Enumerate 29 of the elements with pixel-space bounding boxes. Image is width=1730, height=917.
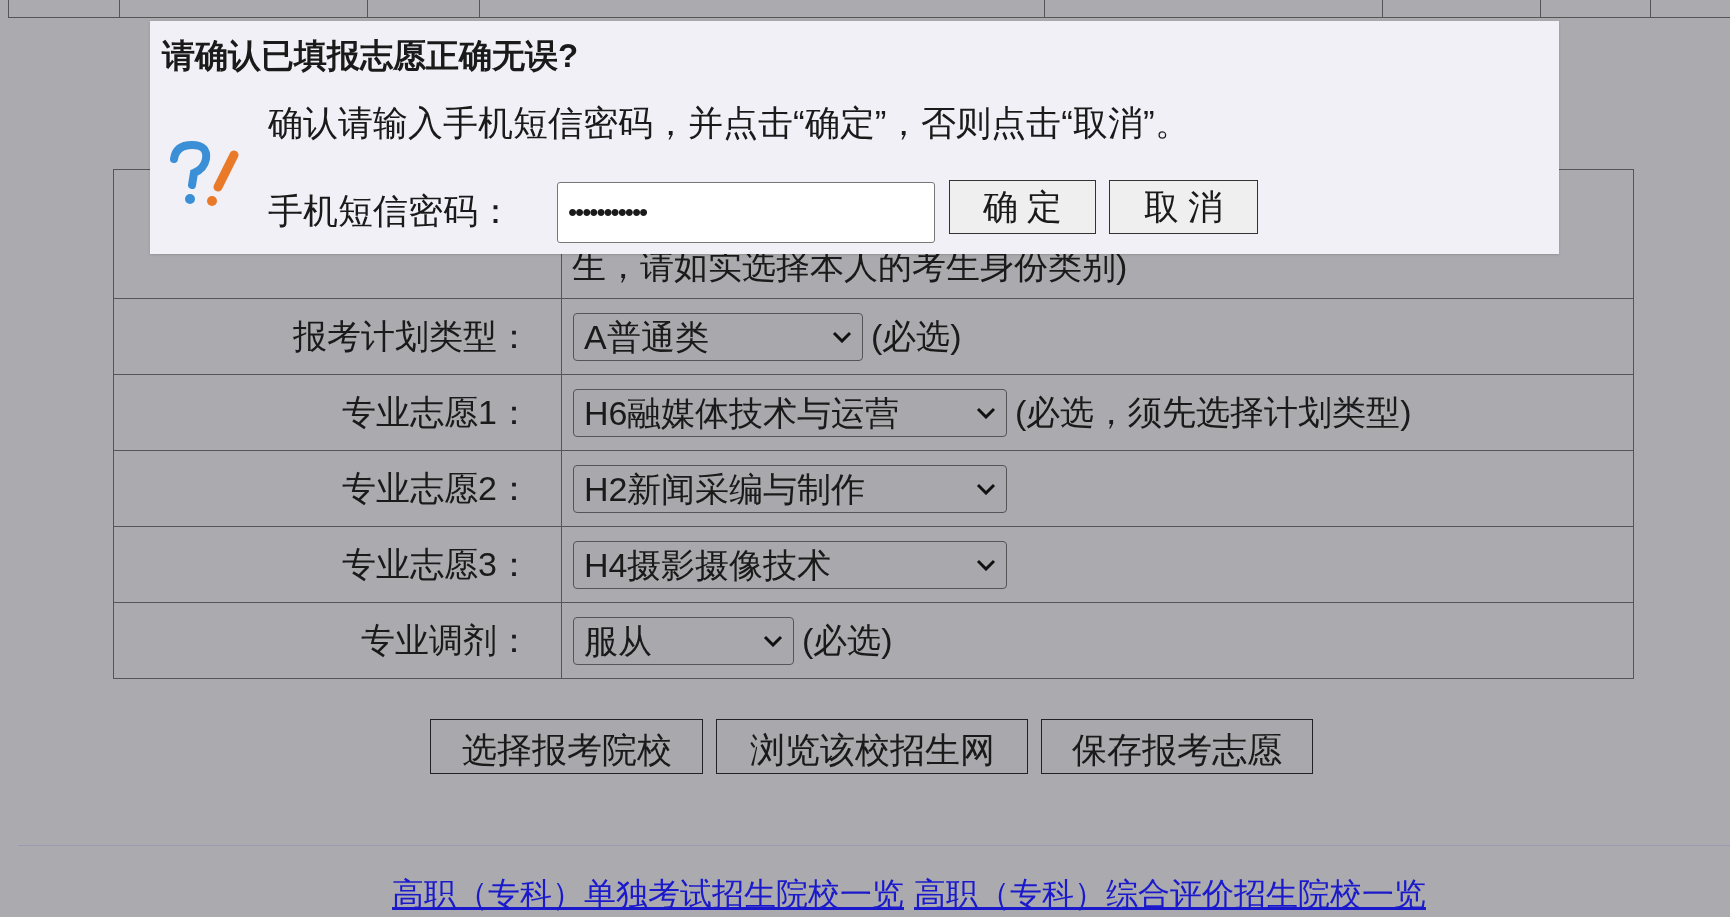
select-field[interactable]: H2新闻采编与制作 — [573, 464, 1007, 513]
dialog-title: 请确认已填报志愿正确无误? — [162, 36, 579, 76]
hint-text: (必选) — [802, 620, 893, 661]
field-label: 手机短信密码： — [268, 190, 513, 232]
chevron-icon — [976, 406, 996, 419]
field-label: 专业调剂： — [361, 621, 531, 659]
link[interactable]: 高职（专科）单独考试招生院校一览 — [392, 876, 904, 912]
chevron-icon — [976, 558, 996, 571]
field-label: 专业志愿3： — [342, 545, 531, 583]
cancel-button[interactable]: 取 消 — [1109, 180, 1258, 234]
confirm-button[interactable]: 确 定 — [949, 180, 1096, 234]
select-field[interactable]: A普通类 — [573, 312, 863, 361]
select-field[interactable]: H6融媒体技术与运营 — [573, 388, 1007, 437]
hint-text: (必选，须先选择计划类型) — [1015, 392, 1412, 433]
field-label: 专业志愿1： — [342, 393, 531, 431]
field-label: 专业志愿2： — [342, 469, 531, 507]
dialog-message: 确认请输入手机短信密码，并点击“确定”，否则点击“取消”。 — [268, 102, 1190, 144]
action-button[interactable]: 保存报考志愿 — [1041, 719, 1313, 774]
link[interactable]: 高职（专科）综合评价招生院校一览 — [914, 876, 1426, 912]
select-field[interactable]: 服从 — [573, 616, 794, 665]
password-field[interactable]: ••••••••••• — [557, 182, 935, 243]
select-field[interactable]: H4摄影摄像技术 — [573, 540, 1007, 589]
hint-text: (必选) — [871, 316, 962, 357]
chevron-icon — [976, 482, 996, 495]
field-label: 报考计划类型： — [293, 317, 531, 355]
action-button[interactable]: 浏览该校招生网 — [716, 719, 1028, 774]
chevron-icon — [763, 634, 783, 647]
chevron-icon — [832, 330, 852, 343]
action-button[interactable]: 选择报考院校 — [430, 719, 703, 774]
